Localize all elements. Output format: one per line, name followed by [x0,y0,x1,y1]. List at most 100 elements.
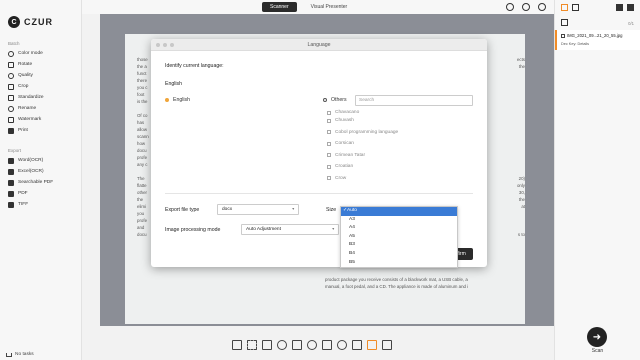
menu-item-label: Rotate [18,62,33,67]
watermark-icon [8,116,14,123]
qr-icon[interactable] [382,340,392,350]
color-icon[interactable] [307,340,317,350]
checkbox-icon [327,141,331,146]
menu-item-rename[interactable]: Rename [6,103,78,114]
language-list[interactable]: Chavacano Chuvash Cobol programming lang… [327,109,473,184]
select-area-icon[interactable] [247,340,257,350]
size-option-b5[interactable]: B5 [341,259,457,268]
menu-item-quality[interactable]: Quality [6,70,78,81]
menu-item-rotate[interactable]: Rotate [6,59,78,70]
image-mode-select[interactable]: Auto Adjustment ▼ [241,224,339,235]
language-item[interactable]: Crow [327,173,473,185]
searchable-pdf-icon [8,179,14,186]
menu-item-label: Standardize [18,95,44,100]
file-item[interactable]: IMG_2021_09...21_20_55.jpg Dec Key: Deta… [555,30,640,50]
file-name: IMG_2021_09...21_20_55.jpg [567,33,623,38]
add-icon[interactable] [616,4,623,11]
checkbox-icon [327,130,331,135]
tray-icon [6,352,12,357]
language-item[interactable]: Cobol programming language [327,127,473,139]
erase-icon[interactable] [322,340,332,350]
image-mode-value: Auto Adjustment [246,227,281,232]
excel-icon [8,168,14,175]
radio-others[interactable]: Others [323,97,347,103]
adjust-icon[interactable] [292,340,302,350]
page-line [507,133,525,140]
page-line [507,140,525,147]
size-option-a3[interactable]: A3 [341,216,457,225]
rotate-icon[interactable] [277,340,287,350]
radio-unselected-icon [323,98,327,102]
zoom-dot-icon[interactable] [170,43,174,47]
size-option-a5[interactable]: A5 [341,233,457,242]
size-label: Size [326,207,337,213]
app-logo: C CZUR [8,16,53,28]
language-item[interactable]: Crimean Tatar [327,150,473,162]
help-icon[interactable] [538,3,546,11]
menu-item-print[interactable]: Print [6,125,78,136]
size-option-b4[interactable]: B4 [341,250,457,259]
delete-icon[interactable] [627,4,634,11]
image-mode-label: Image processing mode [165,227,221,233]
undo-icon[interactable] [337,340,347,350]
language-item[interactable]: Chuvash [327,115,473,127]
tab-visual-presenter[interactable]: Visual Presenter [303,2,356,12]
page-line [507,210,525,217]
menu-item-color-mode[interactable]: Color mode [6,48,78,59]
menu-item-pdf[interactable]: PDF [6,188,78,199]
menu-item-crop[interactable]: Crop [6,81,78,92]
task-status-label: No tasks [15,352,34,357]
size-option-a4[interactable]: A4 [341,224,457,233]
word-icon [8,157,14,164]
page-text-right: ects the 20) only 30, the at s to [507,56,525,238]
menu-item-label: PDF [18,191,28,196]
file-checkbox[interactable] [561,34,565,38]
grid-view-icon[interactable] [572,4,579,11]
rename-icon [8,105,14,112]
tab-scanner[interactable]: Scanner [262,2,297,12]
menu-item-label: Rename [18,106,37,111]
crop-icon[interactable] [262,340,272,350]
menu-item-searchable-pdf[interactable]: Searchable PDF [6,177,78,188]
logo-text: CZUR [24,17,53,27]
menu-item-excel-ocr[interactable]: Excel(OCR) [6,166,78,177]
menu-item-tiff[interactable]: TIFF [6,199,78,210]
page-line [507,105,525,112]
batch-section-label: Batch [8,41,20,46]
size-option-b3[interactable]: B3 [341,241,457,250]
size-dropdown[interactable]: ✓Auto A3 A4 A5 B3 B4 B5 [340,206,458,268]
language-item[interactable]: Corsican [327,138,473,150]
export-type-select[interactable]: docx ▼ [217,204,299,215]
page-line: at [521,204,525,209]
page-line: ects [516,57,525,62]
scan-button[interactable]: ➜ [587,327,607,347]
chevron-down-icon: ▼ [291,207,295,211]
close-dot-icon[interactable] [156,43,160,47]
print-icon [8,127,14,134]
language-search-input[interactable]: Search [355,95,473,106]
size-option-auto[interactable]: ✓Auto [341,207,457,216]
page-line: only [516,183,525,188]
ocr-icon[interactable] [367,340,377,350]
task-status[interactable]: No tasks [6,352,34,357]
menu-item-label: Quality [18,73,33,78]
menu-item-standardize[interactable]: Standardize [6,92,78,103]
window-controls [156,43,174,47]
language-item[interactable]: Croatian [327,161,473,173]
minimize-dot-icon[interactable] [163,43,167,47]
copy-icon[interactable] [352,340,362,350]
page-line: 30, [518,190,525,195]
select-all-checkbox[interactable] [561,19,568,26]
page-text-bottom: product package you receive consists of … [325,276,525,290]
menu-item-watermark[interactable]: Watermark [6,114,78,125]
refresh-icon[interactable] [522,3,530,11]
checkbox-icon [327,111,331,115]
radio-english[interactable]: English [165,97,190,103]
settings-icon[interactable] [506,3,514,11]
page-line [507,168,525,175]
list-view-icon[interactable] [561,4,568,11]
menu-item-word-ocr[interactable]: Word(OCR) [6,155,78,166]
fit-screen-icon[interactable] [232,340,242,350]
page-line: product package you receive consists of … [325,277,468,282]
dialog-title: Language [307,42,331,48]
